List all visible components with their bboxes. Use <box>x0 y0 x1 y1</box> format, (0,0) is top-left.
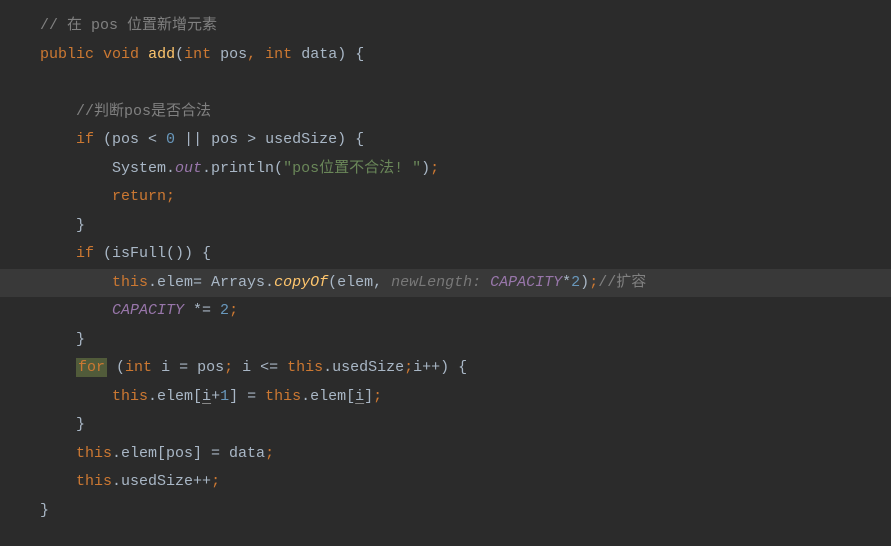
var-i: i <box>355 388 364 405</box>
paren: ( <box>175 46 184 63</box>
code-line: } <box>0 497 891 526</box>
increment: .usedSize++ <box>112 473 211 490</box>
semicolon: ; <box>229 302 238 319</box>
comment: //判断pos是否合法 <box>76 103 211 120</box>
keyword-return: return <box>112 188 166 205</box>
keyword-if: if <box>76 245 94 262</box>
keyword-void: void <box>103 46 139 63</box>
keyword-this: this <box>265 388 301 405</box>
args: (elem, <box>328 274 391 291</box>
code-line: this.usedSize++; <box>0 468 891 497</box>
keyword-public: public <box>40 46 94 63</box>
code-line: return; <box>0 183 891 212</box>
array-access: .elem[ <box>301 388 355 405</box>
keyword-if: if <box>76 131 94 148</box>
code-line: this.elem[i+1] = this.elem[i]; <box>0 383 891 412</box>
static-out: out <box>175 160 202 177</box>
operator: *= <box>184 302 220 319</box>
code-line: } <box>0 326 891 355</box>
brace: ) { <box>337 46 364 63</box>
semicolon: ; <box>166 188 175 205</box>
condition: (isFull()) { <box>94 245 211 262</box>
type-int: int <box>125 359 152 376</box>
keyword-this: this <box>76 445 112 462</box>
paren: ( <box>107 359 125 376</box>
method-call: .println( <box>202 160 283 177</box>
code-line: } <box>0 212 891 241</box>
condition: (pos < <box>94 131 166 148</box>
code-line: CAPACITY *= 2; <box>0 297 891 326</box>
paren: ) <box>580 274 589 291</box>
bracket: ] <box>364 388 373 405</box>
type-int: int <box>184 46 211 63</box>
keyword-this: this <box>287 359 323 376</box>
array-access: .elem[ <box>148 388 202 405</box>
code-line: //判断pos是否合法 <box>0 98 891 127</box>
string-literal: "pos位置不合法! " <box>283 160 421 177</box>
brace: } <box>76 217 85 234</box>
init: i = pos <box>152 359 224 376</box>
condition: || pos > usedSize) { <box>175 131 364 148</box>
comment: //扩容 <box>598 274 646 291</box>
static-method: copyOf <box>274 274 328 291</box>
bracket: ] = <box>229 388 265 405</box>
code-line: if (isFull()) { <box>0 240 891 269</box>
number: 1 <box>220 388 229 405</box>
paren: ) <box>421 160 430 177</box>
number: 2 <box>571 274 580 291</box>
code-line: if (pos < 0 || pos > usedSize) { <box>0 126 891 155</box>
semicolon: ; <box>373 388 382 405</box>
semicolon: ; <box>430 160 439 177</box>
type-int: int <box>265 46 292 63</box>
operator: * <box>562 274 571 291</box>
keyword-this: this <box>76 473 112 490</box>
param-hint: newLength: <box>391 274 490 291</box>
code-line: } <box>0 411 891 440</box>
number: 0 <box>166 131 175 148</box>
keyword-for-highlighted: for <box>76 358 107 377</box>
field: .usedSize <box>323 359 404 376</box>
increment: i++) { <box>413 359 467 376</box>
code-line: this.elem[pos] = data; <box>0 440 891 469</box>
semicolon: ; <box>211 473 220 490</box>
code-line-empty <box>0 69 891 98</box>
param: pos <box>220 46 247 63</box>
code-line-highlighted: this.elem= Arrays.copyOf(elem, newLength… <box>0 269 891 298</box>
condition: i <= <box>233 359 287 376</box>
system: System. <box>112 160 175 177</box>
code-line: System.out.println("pos位置不合法! "); <box>0 155 891 184</box>
param: data <box>301 46 337 63</box>
constant: CAPACITY <box>490 274 562 291</box>
comma: , <box>247 46 256 63</box>
semicolon: ; <box>224 359 233 376</box>
semicolon: ; <box>265 445 274 462</box>
code-editor[interactable]: // 在 pos 位置新增元素 public void add(int pos,… <box>0 12 891 525</box>
code-line: public void add(int pos, int data) { <box>0 41 891 70</box>
code-line: // 在 pos 位置新增元素 <box>0 12 891 41</box>
semicolon: ; <box>589 274 598 291</box>
brace: } <box>76 331 85 348</box>
semicolon: ; <box>404 359 413 376</box>
code-line: for (int i = pos; i <= this.usedSize;i++… <box>0 354 891 383</box>
field-access: .elem= Arrays. <box>148 274 274 291</box>
keyword-this: this <box>112 388 148 405</box>
brace: } <box>40 502 49 519</box>
operator: + <box>211 388 220 405</box>
number: 2 <box>220 302 229 319</box>
brace: } <box>76 416 85 433</box>
comment: // 在 pos 位置新增元素 <box>40 17 217 34</box>
constant: CAPACITY <box>112 302 184 319</box>
method-name: add <box>148 46 175 63</box>
var-i: i <box>202 388 211 405</box>
keyword-this: this <box>112 274 148 291</box>
assignment: .elem[pos] = data <box>112 445 265 462</box>
